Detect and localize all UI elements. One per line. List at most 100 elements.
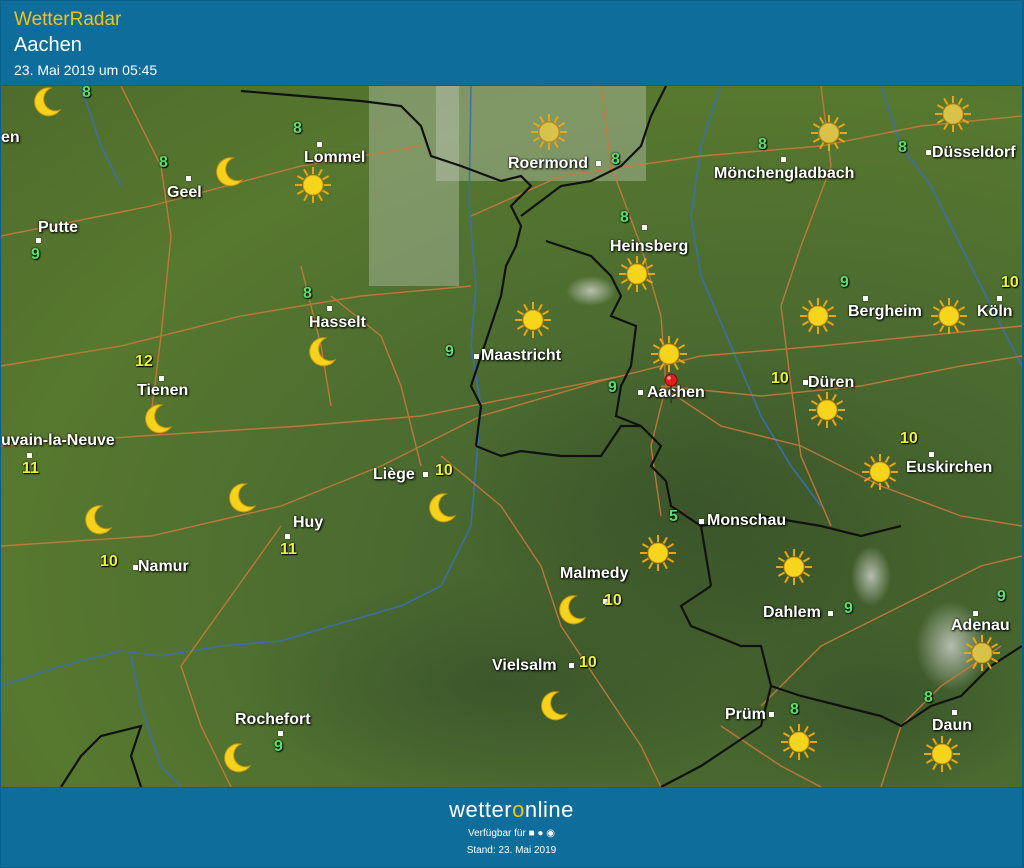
place-marker-aachen (638, 390, 643, 395)
temperature-value: 8 (611, 151, 620, 168)
place-label-bergheim: Bergheim (848, 303, 922, 320)
place-marker-maastricht (474, 354, 479, 359)
place-marker-monschau (699, 519, 704, 524)
sun-icon (922, 734, 962, 779)
sun-icon (929, 296, 969, 341)
temperature-value: 11 (280, 541, 297, 558)
temperature-value: 12 (135, 353, 153, 370)
place-label-louvain: uvain-la-Neuve (1, 432, 115, 449)
place-label-euskirchen: Euskirchen (906, 459, 993, 476)
android-icon[interactable]: ■ (529, 828, 535, 839)
temperature-value: 8 (82, 86, 91, 101)
moon-icon (29, 86, 63, 124)
place-label-tienen: Tienen (137, 382, 189, 399)
place-label-rochefort: Rochefort (235, 711, 311, 728)
sun-icon (638, 533, 678, 578)
place-label-duesseldorf: Düsseldorf (932, 144, 1016, 161)
place-marker-rochefort (278, 731, 283, 736)
place-marker-lommel (317, 142, 322, 147)
place-marker-tienen (159, 376, 164, 381)
place-marker-namur (133, 565, 138, 570)
temperature-value: 10 (435, 462, 453, 479)
sun-icon (807, 390, 847, 435)
temperature-value: 8 (620, 209, 629, 226)
place-marker-roermond (596, 161, 601, 166)
temperature-value: 10 (579, 654, 597, 671)
place-label-namur: Namur (138, 558, 189, 575)
temperature-value: 11 (22, 460, 39, 477)
temperature-value: 9 (997, 588, 1006, 605)
cloud-shape (566, 276, 616, 306)
temperature-value: 5 (669, 508, 678, 525)
forecast-datetime: 23. Mai 2019 um 05:45 (14, 62, 158, 78)
sun-icon (293, 165, 333, 210)
header: WetterRadar Aachen 23. Mai 2019 um 05:45 (1, 1, 1022, 85)
place-label-en: en (1, 129, 20, 146)
place-marker-duesseldorf (926, 150, 931, 155)
place-marker-dueren (803, 380, 808, 385)
temperature-value: 10 (100, 553, 118, 570)
temperature-value: 8 (303, 285, 312, 302)
temperature-value: 9 (608, 379, 617, 396)
moon-icon (224, 481, 258, 520)
moon-icon (140, 402, 174, 441)
temperature-value: 9 (274, 738, 283, 755)
place-label-putte: Putte (38, 219, 78, 236)
place-label-pruem: Prüm (725, 706, 766, 723)
stand-date: Stand: 23. Mai 2019 (466, 845, 557, 856)
temperature-value: 9 (445, 343, 454, 360)
place-marker-heinsberg (642, 225, 647, 230)
place-label-maastricht: Maastricht (481, 347, 562, 364)
temperature-value: 9 (840, 274, 849, 291)
place-label-vielsalm: Vielsalm (492, 657, 557, 674)
temperature-value: 8 (790, 701, 799, 718)
sun-icon (933, 94, 973, 139)
place-marker-liege (423, 472, 428, 477)
place-marker-geel (186, 176, 191, 181)
place-marker-louvain (27, 453, 32, 458)
temperature-value: 10 (1001, 274, 1019, 291)
temperature-value: 10 (900, 430, 918, 447)
place-marker-euskirchen (929, 452, 934, 457)
temperature-value: 8 (293, 120, 302, 137)
moon-icon (219, 741, 253, 780)
city-name: Aachen (14, 34, 82, 56)
app-frame: WetterRadar Aachen 23. Mai 2019 um 05:45 (0, 0, 1024, 868)
moon-icon (536, 689, 570, 728)
place-marker-huy (285, 534, 290, 539)
footer: wetteronline Verfügbar für ■ ● ◉ Stand: … (1, 788, 1022, 867)
temperature-value: 10 (771, 370, 789, 387)
wetteronline-logo[interactable]: wetteronline (1, 797, 1022, 823)
moon-icon (80, 503, 114, 542)
temperature-value: 10 (604, 592, 622, 609)
location-pin-icon[interactable] (663, 373, 679, 408)
apple-icon[interactable]: ● (537, 828, 543, 839)
app-title: WetterRadar (14, 9, 122, 30)
sun-icon (513, 300, 553, 345)
temperature-value: 9 (844, 600, 853, 617)
temperature-value: 8 (924, 689, 933, 706)
sun-icon (798, 296, 838, 341)
web-icon[interactable]: ◉ (546, 828, 555, 839)
place-label-malmedy: Malmedy (560, 565, 629, 582)
available-text: Verfügbar für (468, 828, 526, 839)
place-marker-putte (36, 238, 41, 243)
temperature-value: 8 (898, 139, 907, 156)
place-marker-hasselt (327, 306, 332, 311)
temperature-value: 8 (159, 154, 168, 171)
place-label-roermond: Roermond (508, 155, 588, 172)
place-marker-koeln (997, 296, 1002, 301)
place-label-liege: Liège (373, 466, 415, 483)
place-label-huy: Huy (293, 514, 324, 531)
moon-icon (554, 593, 588, 632)
place-label-geel: Geel (167, 184, 202, 201)
moon-icon (424, 491, 458, 530)
cloud-shape (851, 546, 891, 606)
place-label-hasselt: Hasselt (309, 314, 366, 331)
weather-map[interactable]: Lommel Geel Putte Hasselt Tienen uvain-la-Neu… (1, 86, 1022, 787)
place-label-koeln: Köln (977, 303, 1013, 320)
place-marker-adenau (973, 611, 978, 616)
place-marker-dahlem (828, 611, 833, 616)
temperature-value: 9 (31, 246, 40, 263)
sun-icon (617, 254, 657, 299)
